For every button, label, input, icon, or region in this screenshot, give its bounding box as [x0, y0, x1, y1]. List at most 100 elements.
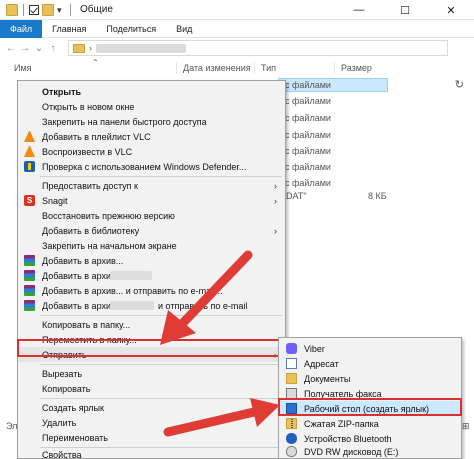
- refresh-icon[interactable]: ↻: [455, 78, 464, 91]
- properties-check-icon[interactable]: [29, 4, 39, 15]
- menu-item-pin-quick-access[interactable]: Закрепить на панели быстрого доступа: [18, 114, 285, 129]
- winrar-icon: [24, 255, 35, 266]
- address-field[interactable]: ›: [68, 40, 448, 56]
- menu-item-add-archive-named[interactable]: Добавить в архив: [18, 268, 285, 283]
- tab-file[interactable]: Файл: [0, 20, 43, 38]
- new-folder-icon[interactable]: [42, 3, 54, 16]
- menu-item-snagit[interactable]: S Snagit ›: [18, 193, 285, 208]
- title-bar: ▾ Общие — ☐ ✕: [0, 0, 474, 20]
- menu-item-open-new-window[interactable]: Открыть в новом окне: [18, 99, 285, 114]
- menu-item-delete[interactable]: Удалить: [18, 415, 285, 430]
- recent-chevron-icon[interactable]: ⌄: [32, 43, 46, 54]
- tab-home[interactable]: Главная: [42, 20, 96, 38]
- mail-icon: [286, 358, 297, 369]
- menu-item-label: Копировать в папку...: [42, 319, 131, 330]
- close-button[interactable]: ✕: [428, 0, 474, 20]
- submenu-item-fax[interactable]: Получатель факса: [279, 386, 461, 401]
- back-icon[interactable]: ←: [4, 43, 18, 54]
- menu-divider: [40, 315, 282, 316]
- zip-folder-icon: [286, 418, 297, 429]
- redacted-filename: [110, 271, 152, 280]
- submenu-item-label: DVD RW дисковод (E:): [304, 446, 399, 457]
- submenu-item-label: Получатель факса: [304, 388, 382, 399]
- menu-item-vlc-play[interactable]: Воспроизвести в VLC: [18, 144, 285, 159]
- file-size-cell: 8 КБ: [368, 191, 387, 201]
- menu-item-pin-start[interactable]: Закрепить на начальном экране: [18, 238, 285, 253]
- column-header: Имя ⌃ Дата изменения Тип Размер: [0, 58, 474, 76]
- column-divider[interactable]: [254, 62, 255, 74]
- menu-item-properties[interactable]: Свойства: [18, 447, 285, 459]
- file-type-cell: с файлами: [285, 113, 331, 123]
- file-type-cell: с файлами: [285, 130, 331, 140]
- menu-item-label: Свойства: [42, 449, 82, 459]
- column-divider[interactable]: [176, 62, 177, 74]
- address-bar-row: ← → ⌄ ↑ › ↻: [0, 38, 474, 91]
- column-type[interactable]: Тип: [261, 63, 276, 73]
- maximize-button[interactable]: ☐: [382, 0, 428, 20]
- menu-item-restore-version[interactable]: Восстановить прежнюю версию: [18, 208, 285, 223]
- menu-item-rename[interactable]: Переименовать: [18, 430, 285, 445]
- menu-item-copy[interactable]: Копировать: [18, 381, 285, 396]
- menu-divider: [40, 364, 282, 365]
- menu-item-archive-email-named[interactable]: Добавить в архив и отправить по e-mail: [18, 298, 285, 313]
- column-divider[interactable]: [334, 62, 335, 74]
- menu-item-archive-email[interactable]: Добавить в архив... и отправить по e-mai…: [18, 283, 285, 298]
- column-size[interactable]: Размер: [341, 63, 372, 73]
- submenu-item-documents[interactable]: Документы: [279, 371, 461, 386]
- toolbar-divider: [70, 3, 71, 16]
- menu-item-send-to[interactable]: Отправить ›: [18, 347, 285, 362]
- column-name[interactable]: Имя: [14, 63, 32, 73]
- menu-item-label: Удалить: [42, 417, 77, 428]
- submenu-item-zip[interactable]: Сжатая ZIP-папка: [279, 416, 461, 431]
- submenu-item-mail-recipient[interactable]: Адресат: [279, 356, 461, 371]
- menu-item-label: Создать ярлык: [42, 402, 104, 413]
- forward-icon[interactable]: →: [18, 43, 32, 54]
- submenu-item-label: Рабочий стол (создать ярлык): [304, 403, 430, 414]
- menu-item-add-archive[interactable]: Добавить в архив...: [18, 253, 285, 268]
- menu-item-move-to-folder[interactable]: Переместить в папку...: [18, 332, 285, 347]
- up-icon[interactable]: ↑: [46, 43, 60, 54]
- minimize-button[interactable]: —: [336, 0, 382, 20]
- file-type-cell: с файлами: [285, 96, 331, 106]
- fax-icon: [286, 388, 297, 399]
- menu-divider: [40, 176, 282, 177]
- view-toggle-icon[interactable]: ⊞: [462, 421, 470, 432]
- submenu-item-viber[interactable]: Viber: [279, 341, 461, 356]
- sort-caret-icon: ⌃: [92, 58, 99, 67]
- menu-item-label: Закрепить на начальном экране: [42, 240, 177, 251]
- menu-item-add-library[interactable]: Добавить в библиотеку ›: [18, 223, 285, 238]
- menu-item-label: Открыть в новом окне: [42, 101, 135, 112]
- menu-item-label: Восстановить прежнюю версию: [42, 210, 175, 221]
- breadcrumb-chevron-icon: ›: [89, 43, 92, 53]
- context-menu: Открыть Открыть в новом окне Закрепить н…: [17, 80, 286, 459]
- viber-icon: [286, 343, 297, 354]
- menu-item-vlc-playlist[interactable]: Добавить в плейлист VLC: [18, 129, 285, 144]
- file-type-cell: DAT": [286, 191, 307, 201]
- submenu-arrow-icon: ›: [274, 180, 277, 191]
- window-controls: — ☐ ✕: [336, 0, 474, 20]
- menu-item-defender-scan[interactable]: Проверка с использованием Windows Defend…: [18, 159, 285, 174]
- pin-icon[interactable]: ▾: [57, 4, 65, 16]
- desktop-icon: [286, 403, 297, 414]
- menu-item-create-shortcut[interactable]: Создать ярлык: [18, 400, 285, 415]
- winrar-icon: [24, 285, 35, 296]
- menu-item-give-access[interactable]: Предоставить доступ к ›: [18, 178, 285, 193]
- column-date[interactable]: Дата изменения: [183, 63, 251, 73]
- menu-item-label: Воспроизвести в VLC: [42, 146, 133, 157]
- menu-item-label: Проверка с использованием Windows Defend…: [42, 161, 247, 172]
- submenu-item-label: Документы: [304, 373, 351, 384]
- menu-item-copy-to-folder[interactable]: Копировать в папку...: [18, 317, 285, 332]
- menu-item-cut[interactable]: Вырезать: [18, 366, 285, 381]
- submenu-item-desktop-shortcut[interactable]: Рабочий стол (создать ярлык): [279, 401, 461, 416]
- tab-view[interactable]: Вид: [166, 20, 202, 38]
- tab-share[interactable]: Поделиться: [96, 20, 166, 38]
- file-type-cell: с файлами: [285, 146, 331, 156]
- menu-item-label: Добавить в архив: [42, 300, 116, 311]
- menu-item-open[interactable]: Открыть: [18, 84, 285, 99]
- menu-item-label: Закрепить на панели быстрого доступа: [42, 116, 207, 127]
- bluetooth-icon: [286, 433, 297, 444]
- submenu-item-dvd[interactable]: DVD RW дисковод (E:): [279, 444, 461, 459]
- submenu-item-label: Viber: [304, 343, 325, 354]
- menu-item-label: Открыть: [42, 86, 82, 97]
- menu-item-label: Snagit: [42, 195, 68, 206]
